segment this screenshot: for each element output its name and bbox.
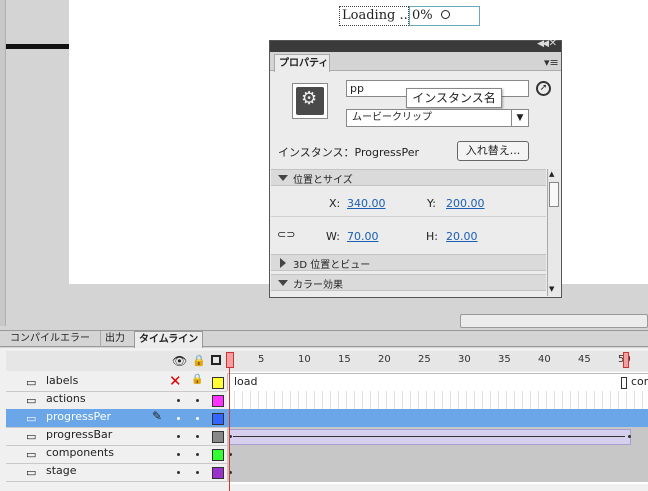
panel-menu-icon[interactable]: ▾≡ bbox=[544, 56, 559, 69]
layer-color-swatch[interactable] bbox=[212, 395, 224, 407]
layer-name: stage bbox=[46, 464, 77, 477]
ruler-frame-30: 30 bbox=[458, 354, 471, 365]
scroll-thumb[interactable] bbox=[549, 182, 559, 207]
expanded-triangle-icon bbox=[278, 175, 288, 181]
w-label: W: bbox=[326, 230, 340, 243]
layer-frames[interactable]: load com bbox=[227, 373, 648, 393]
layer-frames[interactable] bbox=[227, 409, 648, 427]
pencil-icon: ✎ bbox=[152, 409, 163, 423]
layer-icon: ▭ bbox=[26, 412, 37, 425]
layer-row-progressBar[interactable]: ▭ progressBar bbox=[6, 427, 648, 446]
layer-row-actions[interactable]: ▭ actions bbox=[6, 391, 648, 410]
ruler-frame-15: 15 bbox=[338, 354, 351, 365]
tab-timeline[interactable]: タイムライン bbox=[134, 331, 204, 349]
frame-label-com: com bbox=[631, 375, 648, 388]
layer-icon: ▭ bbox=[26, 466, 37, 479]
layer-color-swatch[interactable] bbox=[212, 377, 224, 389]
y-label: Y: bbox=[427, 197, 436, 210]
layer-frames[interactable] bbox=[227, 391, 648, 409]
section-color-effect[interactable]: カラー効果 bbox=[271, 274, 546, 291]
lock-icon[interactable]: 🔒 bbox=[191, 374, 203, 385]
ruler-frame-45: 45 bbox=[578, 354, 591, 365]
lock-icon[interactable]: 🔒 bbox=[192, 354, 206, 367]
layer-icon: ▭ bbox=[26, 430, 37, 443]
layer-color-swatch[interactable] bbox=[212, 467, 224, 479]
layer-icon: ▭ bbox=[26, 448, 37, 461]
tab-output[interactable]: 出力 bbox=[100, 331, 129, 347]
edit-symbol-icon[interactable]: ➚ bbox=[536, 81, 551, 96]
loading-text-field[interactable]: Loading ... bbox=[339, 6, 409, 26]
h-label: H: bbox=[426, 230, 438, 243]
close-panel-icon[interactable]: ✕ bbox=[549, 38, 557, 49]
layer-color-swatch[interactable] bbox=[212, 449, 224, 461]
x-label: X: bbox=[329, 197, 341, 210]
x-value[interactable]: 340.00 bbox=[347, 197, 386, 210]
tab-compiler-errors[interactable]: コンパイルエラー bbox=[6, 331, 94, 347]
y-value[interactable]: 200.00 bbox=[446, 197, 485, 210]
layer-name: components bbox=[46, 446, 114, 459]
layer-name: labels bbox=[46, 374, 79, 387]
scroll-down-icon[interactable]: ▼ bbox=[549, 285, 554, 293]
stage-bar-graphic[interactable] bbox=[6, 44, 69, 49]
gear-icon: ⚙ bbox=[301, 88, 318, 109]
layer-row-stage[interactable]: ▭ stage bbox=[6, 463, 648, 482]
symbol-type-select[interactable]: ムービークリップ bbox=[346, 109, 529, 127]
expanded-triangle-icon bbox=[278, 280, 288, 286]
ruler-frame-5: 5 bbox=[258, 354, 265, 365]
scroll-up-icon[interactable]: ▲ bbox=[549, 170, 554, 178]
outline-icon[interactable] bbox=[211, 355, 221, 365]
ruler-frame-35: 35 bbox=[498, 354, 511, 365]
layer-frames[interactable] bbox=[227, 427, 648, 445]
layer-color-swatch[interactable] bbox=[212, 413, 224, 425]
instance-of-label: インスタンス：ProgressPer bbox=[278, 146, 420, 159]
layer-row-labels[interactable]: ▭ labels ✕ 🔒 load com bbox=[6, 372, 648, 393]
layer-frames[interactable] bbox=[227, 445, 648, 463]
h-value[interactable]: 20.00 bbox=[446, 230, 478, 243]
ruler-frame-20: 20 bbox=[378, 354, 391, 365]
playhead-line bbox=[229, 368, 230, 491]
registration-point-icon bbox=[441, 10, 450, 19]
section-3d-position[interactable]: 3D 位置とビュー bbox=[271, 254, 546, 271]
layer-frames[interactable] bbox=[227, 463, 648, 481]
bottom-tab-bar bbox=[0, 330, 648, 347]
section-position-size-label: 位置とサイズ bbox=[293, 175, 353, 186]
ruler-frame-25: 25 bbox=[418, 354, 431, 365]
chevron-down-icon[interactable]: ▼ bbox=[511, 110, 528, 126]
instance-name-tooltip: インスタンス名 bbox=[406, 88, 502, 108]
section-3d-label: 3D 位置とビュー bbox=[293, 260, 371, 271]
layer-name: progressBar bbox=[46, 428, 113, 441]
playhead[interactable] bbox=[226, 352, 234, 368]
layer-icon: ▭ bbox=[26, 376, 37, 389]
stage-horizontal-scrollbar[interactable] bbox=[460, 314, 648, 328]
collapsed-triangle-icon bbox=[280, 258, 286, 268]
percent-text: 0% bbox=[412, 8, 433, 23]
motion-tween-span[interactable] bbox=[229, 429, 631, 445]
w-value[interactable]: 70.00 bbox=[347, 230, 379, 243]
properties-panel: ◀◀ ✕ プロパティ ▾≡ ⚙ pp ➚ インスタンス名 ムービークリップ ▼ … bbox=[269, 38, 562, 298]
section-position-size[interactable]: 位置とサイズ bbox=[271, 169, 546, 186]
layer-row-components[interactable]: ▭ components bbox=[6, 445, 648, 464]
layer-name: progressPer bbox=[46, 410, 112, 423]
layer-row-progressPer[interactable]: ▭ progressPer ✎ bbox=[6, 409, 648, 428]
frame-50-marker bbox=[623, 352, 629, 368]
keyframe-marker bbox=[621, 377, 627, 389]
swap-button[interactable]: 入れ替え... bbox=[457, 141, 529, 161]
timeline-header: 👁 🔒 bbox=[6, 351, 648, 371]
eye-icon[interactable]: 👁 bbox=[172, 354, 187, 368]
frame-label-load: load bbox=[234, 375, 258, 388]
hidden-x-icon[interactable]: ✕ bbox=[169, 372, 182, 390]
ruler-frame-40: 40 bbox=[538, 354, 551, 365]
lock-aspect-icon[interactable]: ⊂⊃ bbox=[277, 229, 295, 241]
section-color-label: カラー効果 bbox=[293, 280, 343, 291]
collapse-panel-icon[interactable]: ◀◀ bbox=[537, 39, 549, 49]
tab-properties[interactable]: プロパティ bbox=[274, 54, 330, 72]
tween-arrow-line bbox=[233, 436, 625, 437]
layer-color-swatch[interactable] bbox=[212, 431, 224, 443]
panel-titlebar[interactable]: ◀◀ ✕ bbox=[270, 38, 561, 52]
layer-name: actions bbox=[46, 392, 86, 405]
ruler-frame-10: 10 bbox=[298, 354, 311, 365]
layer-icon: ▭ bbox=[26, 394, 37, 407]
